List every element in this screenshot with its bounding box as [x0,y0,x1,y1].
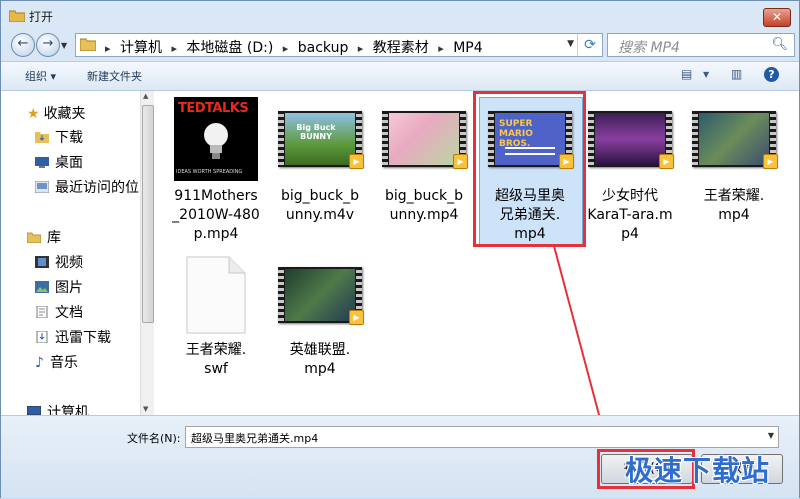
filename-dropdown-icon[interactable]: ▼ [768,431,774,440]
open-file-dialog: 打开 ✕ ← → ▼ ▸ 计算机 ▸ 本地磁盘 (D:) ▸ backup ▸ … [0,0,800,498]
site-watermark: 极速下载站 [625,454,771,487]
filename-label: 文件名(N): [127,432,181,445]
filename-input[interactable]: 超级马里奥兄弟通关.mp4 ▼ [185,426,779,448]
filename-value: 超级马里奥兄弟通关.mp4 [191,432,319,445]
